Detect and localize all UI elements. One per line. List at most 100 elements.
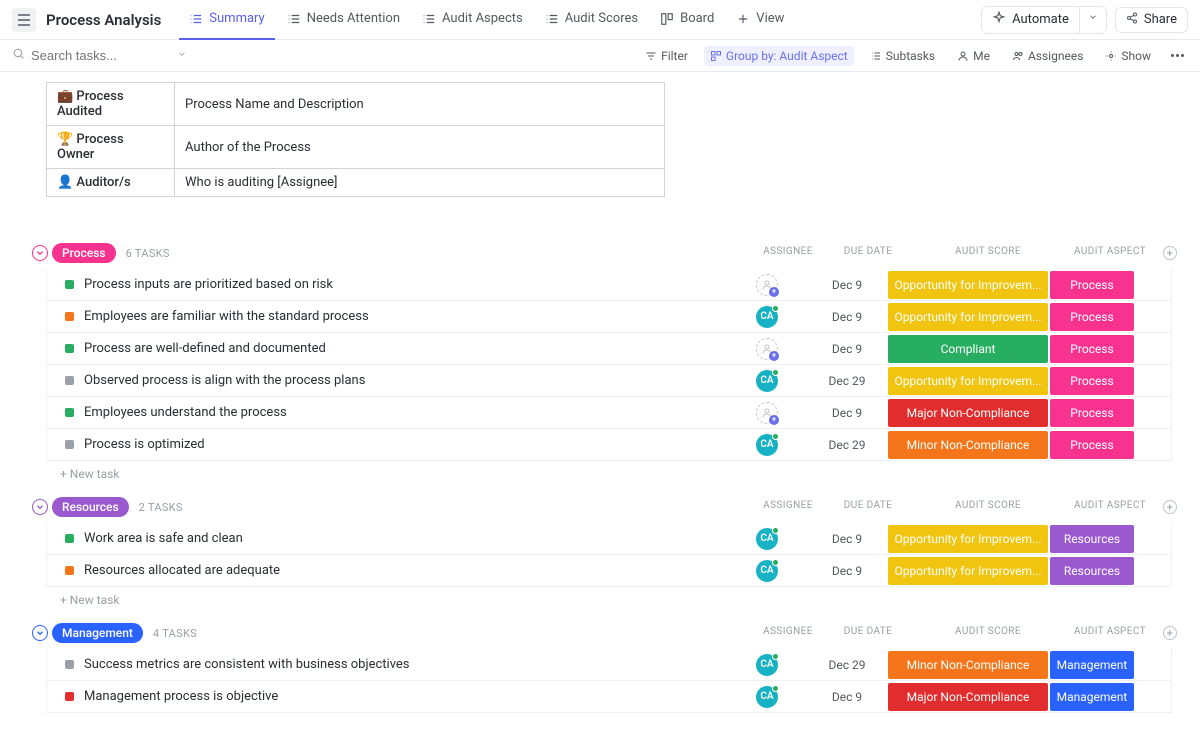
task-name[interactable]: Success metrics are consistent with busi… [84, 657, 727, 672]
status-indicator[interactable] [65, 566, 74, 575]
meta-value[interactable]: Author of the Process [175, 126, 665, 169]
task-row[interactable]: Process is optimized CA Dec 29Minor Non-Co… [46, 429, 1172, 461]
task-row[interactable]: Management process is objectiveCADec 9Ma… [46, 681, 1172, 713]
cell-audit-aspect[interactable]: Process [1050, 303, 1134, 331]
task-name[interactable]: Employees understand the process [84, 405, 727, 420]
show-button[interactable]: Show [1099, 46, 1157, 66]
cell-audit-score[interactable]: Minor Non-Compliance [888, 431, 1048, 459]
task-name[interactable]: Process is optimized [84, 437, 727, 452]
task-row[interactable]: Work area is safe and clean CA Dec 9Opport… [46, 523, 1172, 555]
tab-audit-scores[interactable]: Audit Scores [535, 0, 648, 40]
new-task-button[interactable]: + New task [60, 593, 1200, 607]
cell-due-date[interactable]: Dec 9 [807, 564, 887, 578]
search-dropdown[interactable] [177, 48, 187, 63]
me-button[interactable]: Me [951, 46, 996, 66]
new-task-button[interactable]: + New task [60, 467, 1200, 481]
assignee-empty[interactable]: + [756, 338, 778, 360]
assignee-avatar[interactable]: CA [756, 686, 778, 708]
cell-audit-aspect[interactable]: Resources [1050, 557, 1134, 585]
task-name[interactable]: Work area is safe and clean [84, 531, 727, 546]
collapse-toggle[interactable] [32, 499, 48, 515]
assignee-avatar[interactable]: CA [756, 306, 778, 328]
cell-due-date[interactable]: Dec 9 [807, 406, 887, 420]
meta-value[interactable]: Process Name and Description [175, 83, 665, 126]
cell-due-date[interactable]: Dec 9 [807, 310, 887, 324]
cell-audit-aspect[interactable]: Process [1050, 271, 1134, 299]
cell-due-date[interactable]: Dec 29 [807, 438, 887, 452]
group-pill[interactable]: Management [52, 623, 143, 643]
cell-audit-aspect[interactable]: Management [1050, 683, 1134, 711]
meta-value[interactable]: Who is auditing [Assignee] [175, 169, 665, 197]
filter-button[interactable]: Filter [639, 46, 694, 66]
task-row[interactable]: Success metrics are consistent with busi… [46, 649, 1172, 681]
menu-toggle[interactable] [12, 8, 36, 32]
cell-audit-aspect[interactable]: Process [1050, 367, 1134, 395]
cell-audit-aspect[interactable]: Process [1050, 431, 1134, 459]
tab-summary[interactable]: Summary [179, 0, 274, 40]
tab-view[interactable]: View [726, 0, 794, 40]
assignee-avatar[interactable]: CA [756, 370, 778, 392]
cell-audit-score[interactable]: Opportunity for Improvem... [888, 557, 1048, 585]
share-button[interactable]: Share [1115, 7, 1188, 33]
cell-due-date[interactable]: Dec 9 [807, 532, 887, 546]
add-column[interactable]: + [1163, 626, 1177, 640]
assignee-empty[interactable]: + [756, 274, 778, 296]
cell-due-date[interactable]: Dec 29 [807, 658, 887, 672]
assignees-button[interactable]: Assignees [1006, 46, 1089, 66]
cell-audit-aspect[interactable]: Process [1050, 335, 1134, 363]
assignee-avatar[interactable]: CA [756, 560, 778, 582]
cell-due-date[interactable]: Dec 29 [807, 374, 887, 388]
cell-due-date[interactable]: Dec 9 [807, 278, 887, 292]
assignee-avatar[interactable]: CA [756, 434, 778, 456]
cell-audit-score[interactable]: Compliant [888, 335, 1048, 363]
cell-audit-score[interactable]: Opportunity for Improvem... [888, 367, 1048, 395]
group-pill[interactable]: Process [52, 243, 116, 263]
tab-board[interactable]: Board [650, 0, 724, 40]
more-menu[interactable] [1167, 50, 1188, 61]
task-name[interactable]: Process are well-defined and documented [84, 341, 727, 356]
tab-audit-aspects[interactable]: Audit Aspects [412, 0, 533, 40]
cell-due-date[interactable]: Dec 9 [807, 342, 887, 356]
cell-audit-score[interactable]: Minor Non-Compliance [888, 651, 1048, 679]
group-by-button[interactable]: Group by: Audit Aspect [704, 46, 854, 66]
cell-audit-aspect[interactable]: Resources [1050, 525, 1134, 553]
cell-audit-score[interactable]: Major Non-Compliance [888, 683, 1048, 711]
assignee-avatar[interactable]: CA [756, 654, 778, 676]
assignee-empty[interactable]: + [756, 402, 778, 424]
task-name[interactable]: Observed process is align with the proce… [84, 373, 727, 388]
task-row[interactable]: Employees are familiar with the standard… [46, 301, 1172, 333]
assignee-avatar[interactable]: CA [756, 528, 778, 550]
cell-audit-score[interactable]: Opportunity for Improvem... [888, 271, 1048, 299]
status-indicator[interactable] [65, 312, 74, 321]
status-indicator[interactable] [65, 534, 74, 543]
task-row[interactable]: Employees understand the process + Dec 9Ma… [46, 397, 1172, 429]
tab-needs-attention[interactable]: Needs Attention [277, 0, 410, 40]
cell-audit-score[interactable]: Major Non-Compliance [888, 399, 1048, 427]
automate-button[interactable]: Automate [982, 7, 1079, 33]
task-name[interactable]: Resources allocated are adequate [84, 563, 727, 578]
cell-audit-score[interactable]: Opportunity for Improvem... [888, 525, 1048, 553]
collapse-toggle[interactable] [32, 245, 48, 261]
cell-audit-score[interactable]: Opportunity for Improvem... [888, 303, 1048, 331]
task-name[interactable]: Employees are familiar with the standard… [84, 309, 727, 324]
task-row[interactable]: Observed process is align with the proce… [46, 365, 1172, 397]
automate-dropdown[interactable] [1079, 7, 1106, 33]
task-name[interactable]: Management process is objective [84, 689, 727, 704]
status-indicator[interactable] [65, 440, 74, 449]
status-indicator[interactable] [65, 344, 74, 353]
cell-audit-aspect[interactable]: Management [1050, 651, 1134, 679]
collapse-toggle[interactable] [32, 625, 48, 641]
cell-due-date[interactable]: Dec 9 [807, 690, 887, 704]
task-row[interactable]: Resources allocated are adequate CA Dec 9O… [46, 555, 1172, 587]
search-input[interactable] [31, 48, 171, 63]
task-name[interactable]: Process inputs are prioritized based on … [84, 277, 727, 292]
task-row[interactable]: Process are well-defined and documented +… [46, 333, 1172, 365]
status-indicator[interactable] [65, 692, 74, 701]
status-indicator[interactable] [65, 408, 74, 417]
group-pill[interactable]: Resources [52, 497, 129, 517]
add-column[interactable]: + [1163, 246, 1177, 260]
status-indicator[interactable] [65, 376, 74, 385]
add-column[interactable]: + [1163, 500, 1177, 514]
cell-audit-aspect[interactable]: Process [1050, 399, 1134, 427]
task-row[interactable]: Process inputs are prioritized based on … [46, 269, 1172, 301]
